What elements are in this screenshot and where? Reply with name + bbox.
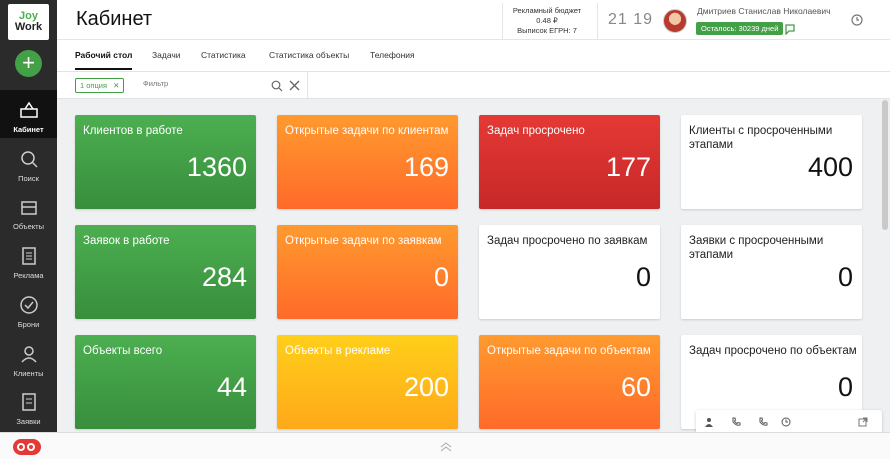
tab-desktop[interactable]: Рабочий стол (75, 50, 133, 70)
sidebar-item-label: Реклама (13, 271, 44, 280)
close-icon[interactable] (289, 80, 300, 91)
stat-card-title: Открытые задачи по объектам (487, 345, 651, 357)
stat-card-title: Объекты в рекламе (285, 345, 391, 357)
scrollbar[interactable] (882, 100, 888, 230)
sidebar-item-ads[interactable]: Реклама (0, 236, 57, 284)
remaining-days-badge: Осталось: 30239 дней (696, 22, 784, 35)
stat-card-title: Задач просрочено (487, 125, 585, 137)
add-button[interactable]: + (15, 50, 42, 77)
stat-card-value: 0 (837, 262, 853, 292)
egrn-count: Выписок ЕГРН: 7 (517, 26, 577, 35)
stat-card-value: 0 (837, 372, 853, 402)
sidebar-item-label: Клиенты (13, 369, 44, 378)
clients-icon (20, 346, 37, 363)
stat-card[interactable]: Открытые задачи по заявкам 0 (277, 225, 458, 319)
requests-icon (21, 393, 36, 411)
filter-bar: 1 опция ✕ (57, 72, 890, 99)
budget-label: Рекламный бюджет (512, 6, 582, 15)
stat-card-title: Заявки с просроченными этапами (689, 235, 824, 261)
stat-card-title: Задач просрочено по заявкам (487, 235, 648, 247)
logo-line2: Work (14, 21, 43, 33)
sidebar-item-label: Заявки (16, 417, 41, 426)
stat-card-title: Объекты всего (83, 345, 163, 357)
stat-card[interactable]: Заявки с просроченными этапами 0 (681, 225, 862, 319)
stat-card[interactable]: Клиенты с просроченными этапами 400 (681, 115, 862, 209)
phone-incoming-icon[interactable] (758, 417, 768, 427)
sidebar-item-label: Объекты (13, 222, 44, 231)
filter-chip-label: 1 опция (80, 81, 108, 90)
clock-icon[interactable] (851, 14, 863, 26)
tab-telephony[interactable]: Телефония (370, 50, 415, 60)
sidebar-item-objects[interactable]: Объекты (0, 187, 57, 235)
stat-card[interactable]: Заявок в работе 284 (75, 225, 256, 319)
chat-icon[interactable] (784, 23, 796, 35)
time-display: 21 19 (608, 11, 654, 28)
divider (307, 72, 308, 99)
phone-icon[interactable] (731, 417, 741, 427)
budget-value: 0.48 ₽ (536, 16, 558, 25)
tab-tasks[interactable]: Задачи (152, 50, 181, 60)
stat-card[interactable]: Клиентов в работе 1360 (75, 115, 256, 209)
stat-card-value: 177 (605, 152, 651, 182)
stat-card-title: Открытые задачи по клиентам (285, 125, 449, 137)
record-dot-icon (17, 443, 25, 451)
tab-statistics-objects[interactable]: Статистика объекты (269, 50, 349, 60)
sidebar-item-clients[interactable]: Клиенты (0, 334, 57, 382)
contact-icon[interactable] (704, 417, 714, 427)
bottom-bar (0, 432, 890, 459)
stat-card-value: 60 (620, 372, 651, 402)
objects-icon (20, 201, 37, 215)
stat-card-value: 44 (216, 372, 247, 402)
stat-card-value: 1360 (186, 152, 247, 182)
stat-card-value: 400 (807, 152, 853, 182)
stat-card-title: Клиенты с просроченными этапами (689, 125, 833, 151)
call-panel (696, 410, 882, 434)
stat-card[interactable]: Открытые задачи по объектам 60 (479, 335, 660, 429)
search-icon (20, 151, 38, 168)
history-icon[interactable] (781, 417, 791, 427)
ads-icon (21, 247, 36, 265)
stat-card-title: Клиентов в работе (83, 125, 183, 137)
external-link-icon[interactable] (858, 417, 868, 427)
sidebar-item-label: Кабинет (13, 125, 44, 134)
tab-statistics[interactable]: Статистика (201, 50, 246, 60)
stat-card[interactable]: Задач просрочено 177 (479, 115, 660, 209)
bookings-icon (19, 296, 38, 314)
stat-card-title: Задач просрочено по объектам (689, 345, 857, 357)
stat-card[interactable]: Задач просрочено по заявкам 0 (479, 225, 660, 319)
record-button[interactable] (13, 439, 41, 455)
chevron-up-icon[interactable] (440, 442, 452, 452)
record-dot-icon (27, 443, 35, 451)
stat-card[interactable]: Объекты всего 44 (75, 335, 256, 429)
joywork-logo[interactable]: Joy Work (8, 4, 49, 40)
search-icon[interactable] (271, 80, 283, 92)
stat-card-title: Открытые задачи по заявкам (285, 235, 442, 247)
cabinet-icon (19, 101, 38, 118)
page-title: Кабинет (76, 8, 153, 30)
sidebar-item-bookings[interactable]: Брони (0, 285, 57, 333)
stat-card[interactable]: Объекты в рекламе 200 (277, 335, 458, 429)
user-name[interactable]: Дмитриев Станислав Николаевич (697, 6, 831, 16)
sidebar-item-label: Поиск (18, 174, 39, 183)
stat-card-title: Заявок в работе (83, 235, 170, 247)
stat-card-value: 284 (201, 262, 247, 292)
tab-bar: Рабочий стол Задачи Статистика Статистик… (57, 40, 890, 72)
sidebar-item-cabinet[interactable]: Кабинет (0, 90, 57, 138)
stat-card-value: 200 (403, 372, 449, 402)
sidebar: Joy Work + Кабинет Поиск Объекты Реклама… (0, 0, 57, 459)
avatar[interactable] (663, 9, 687, 33)
chip-close-icon[interactable]: ✕ (113, 81, 119, 90)
sidebar-item-search[interactable]: Поиск (0, 139, 57, 187)
stat-card[interactable]: Открытые задачи по клиентам 169 (277, 115, 458, 209)
filter-chip[interactable]: 1 опция ✕ (75, 78, 125, 93)
sidebar-item-label: Брони (17, 320, 40, 329)
stat-card-value: 169 (403, 152, 449, 182)
stat-card-value: 0 (433, 262, 449, 292)
filter-input[interactable] (143, 79, 263, 88)
budget-panel[interactable]: Рекламный бюджет 0.48 ₽ Выписок ЕГРН: 7 (502, 3, 598, 39)
header: Кабинет Рекламный бюджет 0.48 ₽ Выписок … (57, 0, 890, 40)
stat-card-value: 0 (635, 262, 651, 292)
sidebar-item-requests[interactable]: Заявки (0, 382, 57, 430)
